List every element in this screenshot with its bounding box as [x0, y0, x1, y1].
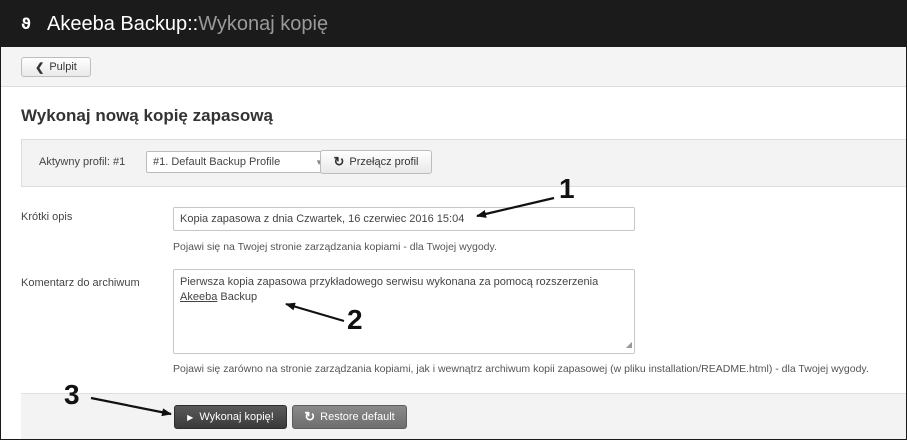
profile-select[interactable]: #1. Default Backup Profile ▼ — [146, 151, 333, 173]
annotation-number-3: 3 — [64, 379, 80, 410]
description-help-text: Pojawi się na Twojej stronie zarządzania… — [173, 241, 497, 253]
restore-default-label: Restore default — [320, 411, 395, 423]
description-label: Krótki opis — [21, 211, 73, 223]
comment-textarea[interactable]: Pierwsza kopia zapasowa przykładowego se… — [173, 269, 635, 354]
app-window: ϑ Akeeba Backup:: Wykonaj kopię ❮ Pulpit… — [0, 0, 907, 440]
back-button-label: Pulpit — [49, 61, 77, 73]
backup-now-button[interactable]: ▶ Wykonaj kopię! — [174, 405, 287, 429]
toolbar: ❮ Pulpit — [1, 47, 906, 87]
chevron-left-icon: ❮ — [35, 61, 45, 74]
back-to-dashboard-button[interactable]: ❮ Pulpit — [21, 57, 91, 77]
comment-line-2-rest: Backup — [217, 291, 258, 303]
switch-profile-label: Przełącz profil — [349, 156, 419, 168]
profile-panel: Aktywny profil: #1 #1. Default Backup Pr… — [21, 139, 906, 187]
app-header: ϑ Akeeba Backup:: Wykonaj kopię — [1, 1, 906, 47]
akeeba-logo-icon: ϑ — [21, 15, 31, 33]
app-title: Akeeba Backup:: — [47, 13, 198, 36]
comment-label: Komentarz do archiwum — [21, 277, 140, 289]
profile-select-value: #1. Default Backup Profile — [153, 156, 281, 168]
active-profile-label: Aktywny profil: #1 — [39, 156, 126, 168]
annotation-number-2: 2 — [347, 304, 363, 335]
backup-now-label: Wykonaj kopię! — [199, 411, 274, 423]
comment-line-1: Pierwsza kopia zapasowa przykładowego se… — [180, 276, 599, 288]
play-icon: ▶ — [187, 412, 194, 422]
action-bar: ▶ Wykonaj kopię! ↻ Restore default — [21, 393, 906, 439]
page-name: Wykonaj kopię — [198, 12, 329, 35]
comment-help-text: Pojawi się zarówno na stronie zarządzani… — [173, 363, 869, 375]
annotation-number-1: 1 — [559, 173, 575, 204]
akeeba-word: Akeeba — [180, 291, 218, 303]
refresh-icon: ↻ — [333, 154, 345, 169]
app-name: Akeeba Backup — [47, 12, 188, 35]
restore-default-button[interactable]: ↻ Restore default — [292, 405, 407, 429]
page-title: Wykonaj nową kopię zapasową — [21, 106, 273, 125]
resize-handle-icon[interactable]: ◢ — [626, 337, 632, 352]
comment-line-2: Akeeba Backup — [180, 290, 628, 305]
description-input[interactable]: Kopia zapasowa z dnia Czwartek, 16 czerw… — [173, 207, 635, 231]
switch-profile-button[interactable]: ↻ Przełącz profil — [320, 150, 432, 174]
title-separator: :: — [187, 12, 199, 35]
refresh-icon: ↻ — [304, 409, 316, 424]
